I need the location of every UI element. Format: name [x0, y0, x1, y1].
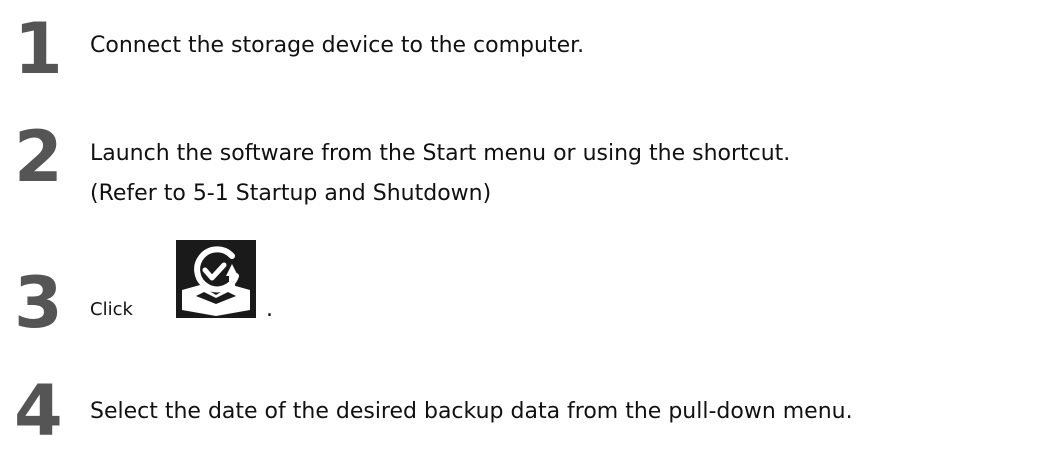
step-2-number: 2: [14, 116, 63, 198]
step-3-number: 3: [14, 262, 63, 344]
step-2-text-line2: (Refer to 5-1 Startup and Shutdown): [90, 181, 492, 206]
step-2-text-line1: Launch the software from the Start menu …: [90, 141, 791, 166]
step-1-number: 1: [14, 8, 63, 90]
step-4-number: 4: [14, 370, 63, 452]
backup-restore-icon-graphic: [182, 246, 250, 316]
step-3-period: .: [266, 297, 273, 322]
step-3-click-label: Click: [90, 299, 133, 320]
backup-restore-icon: [176, 240, 256, 318]
step-1-text: Connect the storage device to the comput…: [90, 33, 585, 58]
step-4-text: Select the date of the desired backup da…: [90, 399, 853, 424]
